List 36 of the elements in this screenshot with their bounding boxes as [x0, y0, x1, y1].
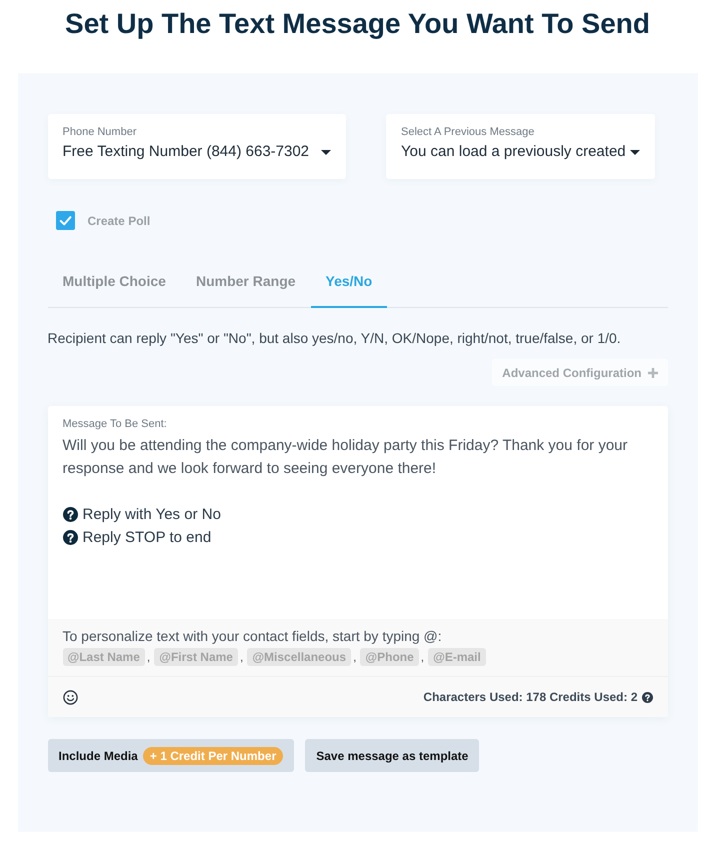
personalize-hint: To personalize text with your contact fields, start by typing @: — [62, 627, 443, 645]
tag-separator: , — [353, 650, 356, 664]
usage-counter: Characters Used: 178 Credits Used: 2 — [423, 690, 638, 704]
smiley-icon[interactable] — [62, 690, 78, 704]
credit-badge: + 1 Credit Per Number — [142, 746, 284, 764]
poll-type-tab[interactable]: Yes/No — [310, 256, 388, 308]
caret-icon — [321, 150, 332, 154]
poll-hint: Recipient can reply "Yes" or "No", but also yes/no, Y/N, OK/Nope, right/not, true/false, or 1/0. — [48, 329, 622, 348]
poll-type-tab[interactable]: Multiple Choice — [48, 256, 181, 308]
message-field[interactable]: Will you be attending the company-wide holiday party this Friday? Thank you for your response and we look forward to seeing everyone there! Reply with Yes or No Reply STOP to end — [62, 434, 652, 619]
contact-field-tag[interactable]: @Miscellaneous — [247, 648, 352, 666]
contact-field-tag[interactable]: @First Name — [154, 648, 238, 666]
help-icon[interactable] — [642, 692, 652, 702]
contact-field-tag[interactable]: @Last Name — [62, 648, 145, 666]
message-label: Message To Be Sent: — [62, 417, 168, 432]
question-icon — [62, 507, 78, 522]
page-title: Set Up The Text Message You Want To Send — [64, 7, 651, 41]
tag-separator: , — [146, 650, 150, 664]
phone-number-select[interactable]: Phone Number Free Texting Number (844) 663-7302 — [48, 114, 346, 179]
save-template-button[interactable]: Save message as template — [305, 739, 480, 772]
poll-type-tab[interactable]: Number Range — [180, 256, 311, 308]
include-media-button[interactable]: Include Media + 1 Credit Per Number — [48, 739, 294, 772]
tag-separator: , — [240, 650, 244, 664]
reply-line: Reply with Yes or No — [82, 505, 221, 525]
message-text: Will you be attending the company-wide holiday party this Friday? Thank you for your response and we look forward to seeing everyone there! — [62, 436, 629, 479]
caret-icon — [630, 150, 640, 154]
create-poll-checkbox[interactable] — [56, 211, 74, 230]
plus-icon — [648, 368, 658, 378]
contact-field-tag[interactable]: @Phone — [360, 648, 419, 666]
contact-field-tag[interactable]: @E-mail — [428, 648, 486, 666]
tag-separator: , — [420, 650, 424, 664]
question-icon — [62, 530, 78, 545]
advanced-configuration-button[interactable]: Advanced Configuration — [492, 359, 668, 386]
reply-line: Reply STOP to end — [82, 528, 212, 548]
previous-message-select[interactable]: Select A Previous Message You can load a previously created — [386, 114, 655, 179]
create-poll-label: Create Poll — [88, 214, 150, 228]
